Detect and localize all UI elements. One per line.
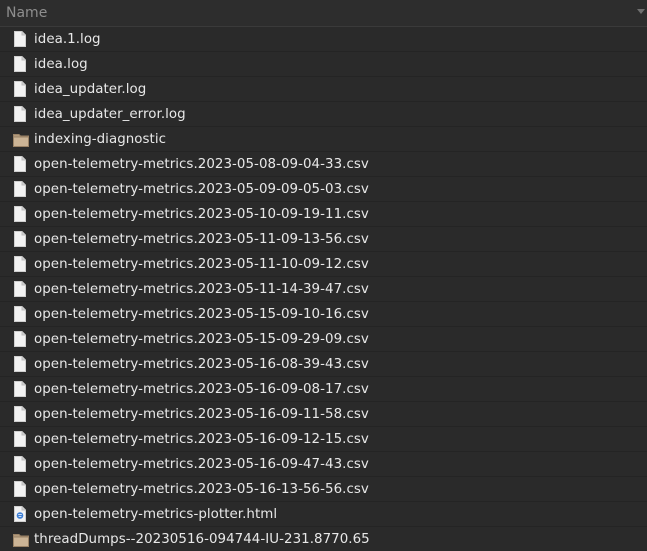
- file-name: open-telemetry-metrics.2023-05-08-09-04-…: [34, 156, 369, 172]
- file-icon: [14, 56, 26, 72]
- file-name: idea.1.log: [34, 31, 101, 47]
- file-icon: [14, 81, 26, 97]
- file-row[interactable]: open-telemetry-metrics.2023-05-09-09-05-…: [0, 177, 647, 201]
- file-icon: [14, 306, 26, 322]
- folder-icon: [13, 132, 29, 147]
- file-icon: [14, 206, 26, 222]
- file-name: idea.log: [34, 56, 88, 72]
- file-row[interactable]: open-telemetry-metrics.2023-05-16-09-47-…: [0, 452, 647, 476]
- file-icon: [14, 231, 26, 247]
- file-name: open-telemetry-metrics.2023-05-16-09-08-…: [34, 381, 369, 397]
- file-name: open-telemetry-metrics.2023-05-16-08-39-…: [34, 356, 369, 372]
- file-icon: [14, 406, 26, 422]
- file-row[interactable]: open-telemetry-metrics.2023-05-11-14-39-…: [0, 277, 647, 301]
- file-rows: idea.1.log idea.log idea_updater.log ide…: [0, 27, 647, 551]
- file-name: open-telemetry-metrics.2023-05-09-09-05-…: [34, 181, 369, 197]
- file-row[interactable]: open-telemetry-metrics.2023-05-16-13-56-…: [0, 477, 647, 501]
- file-icon: [14, 481, 26, 497]
- file-name: open-telemetry-metrics.2023-05-15-09-10-…: [34, 306, 369, 322]
- html-file-icon: [14, 506, 26, 522]
- file-icon: [14, 281, 26, 297]
- file-name: open-telemetry-metrics.2023-05-11-09-13-…: [34, 231, 369, 247]
- file-name: open-telemetry-metrics.2023-05-16-09-47-…: [34, 456, 369, 472]
- file-name: open-telemetry-metrics.2023-05-16-13-56-…: [34, 481, 369, 497]
- name-column-header[interactable]: Name: [6, 5, 47, 21]
- file-list: Name idea.1.log idea.log idea_updater.lo…: [0, 0, 647, 551]
- list-header[interactable]: Name: [0, 0, 647, 27]
- file-name: idea_updater.log: [34, 81, 147, 97]
- file-row[interactable]: indexing-diagnostic: [0, 127, 647, 151]
- file-row[interactable]: open-telemetry-metrics.2023-05-16-09-08-…: [0, 377, 647, 401]
- file-row[interactable]: open-telemetry-metrics.2023-05-11-09-13-…: [0, 227, 647, 251]
- file-icon: [14, 106, 26, 122]
- file-name: open-telemetry-metrics.2023-05-16-09-12-…: [34, 431, 369, 447]
- file-name: indexing-diagnostic: [34, 131, 167, 147]
- file-name: open-telemetry-metrics.2023-05-11-10-09-…: [34, 256, 369, 272]
- file-name: open-telemetry-metrics-plotter.html: [34, 506, 278, 522]
- file-row[interactable]: threadDumps--20230516-094744-IU-231.8770…: [0, 527, 647, 551]
- file-icon: [14, 431, 26, 447]
- file-icon: [14, 456, 26, 472]
- file-row[interactable]: open-telemetry-metrics.2023-05-16-09-11-…: [0, 402, 647, 426]
- file-row[interactable]: open-telemetry-metrics.2023-05-15-09-10-…: [0, 302, 647, 326]
- file-icon: [14, 256, 26, 272]
- file-name: open-telemetry-metrics.2023-05-11-14-39-…: [34, 281, 369, 297]
- file-name: open-telemetry-metrics.2023-05-10-09-19-…: [34, 206, 369, 222]
- file-icon: [14, 331, 26, 347]
- file-row[interactable]: open-telemetry-metrics.2023-05-08-09-04-…: [0, 152, 647, 176]
- file-row[interactable]: open-telemetry-metrics.2023-05-16-08-39-…: [0, 352, 647, 376]
- file-row[interactable]: idea_updater.log: [0, 77, 647, 101]
- file-row[interactable]: open-telemetry-metrics.2023-05-15-09-29-…: [0, 327, 647, 351]
- file-row[interactable]: idea_updater_error.log: [0, 102, 647, 126]
- file-name: threadDumps--20230516-094744-IU-231.8770…: [34, 531, 370, 547]
- file-name: idea_updater_error.log: [34, 106, 186, 122]
- sort-descending-icon[interactable]: [637, 9, 645, 14]
- file-icon: [14, 181, 26, 197]
- folder-icon: [13, 532, 29, 547]
- file-icon: [14, 156, 26, 172]
- file-icon: [14, 381, 26, 397]
- file-row[interactable]: open-telemetry-metrics.2023-05-11-10-09-…: [0, 252, 647, 276]
- file-row[interactable]: open-telemetry-metrics.2023-05-10-09-19-…: [0, 202, 647, 226]
- file-name: open-telemetry-metrics.2023-05-16-09-11-…: [34, 406, 369, 422]
- file-icon: [14, 356, 26, 372]
- file-row[interactable]: open-telemetry-metrics-plotter.html: [0, 502, 647, 526]
- file-name: open-telemetry-metrics.2023-05-15-09-29-…: [34, 331, 369, 347]
- file-row[interactable]: idea.log: [0, 52, 647, 76]
- file-icon: [14, 31, 26, 47]
- file-row[interactable]: idea.1.log: [0, 27, 647, 51]
- file-row[interactable]: open-telemetry-metrics.2023-05-16-09-12-…: [0, 427, 647, 451]
